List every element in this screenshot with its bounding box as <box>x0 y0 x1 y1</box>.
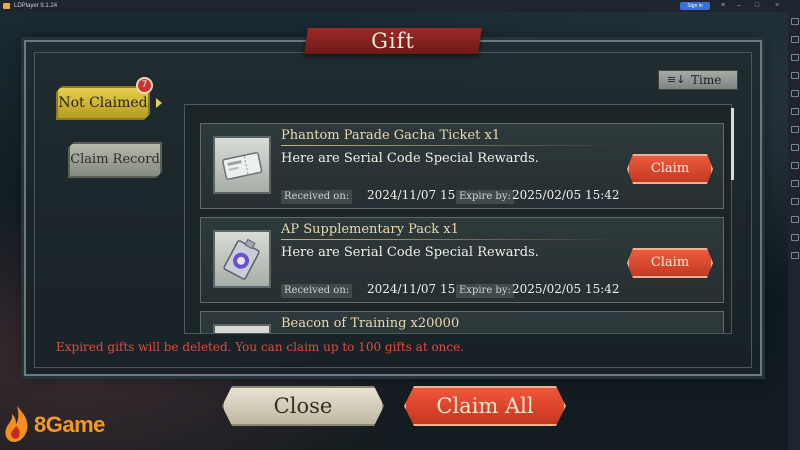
tab-not-claimed[interactable]: Not Claimed <box>56 86 150 120</box>
sort-descending-icon: ≡↓ <box>667 73 686 86</box>
title-divider <box>281 145 621 146</box>
gamepad-icon[interactable] <box>791 36 799 43</box>
record-icon[interactable] <box>791 72 799 79</box>
folder-icon[interactable] <box>791 180 799 187</box>
gift-title: AP Supplementary Pack x1 <box>281 222 459 237</box>
emulator-title-bar: LDPlayer 9.1.24 Sign in ≡ – □ × <box>0 0 800 12</box>
rotate-icon[interactable] <box>791 108 799 115</box>
received-label: Received on: <box>281 284 353 298</box>
expire-date: 2025/02/05 15:42 <box>512 188 620 202</box>
tab-claim-record[interactable]: Claim Record <box>68 142 162 178</box>
title-divider <box>281 239 621 240</box>
expired-gifts-note: Expired gifts will be deleted. You can c… <box>56 340 465 354</box>
expire-label: Expire by: <box>456 284 514 298</box>
expire-date: 2025/02/05 15:42 <box>512 282 620 296</box>
location-icon[interactable] <box>791 234 799 241</box>
beacon-icon <box>213 324 271 333</box>
expire-label: Expire by: <box>456 190 514 204</box>
received-label: Received on: <box>281 190 353 204</box>
app-logo-icon <box>3 3 10 9</box>
unclaimed-count-badge: 7 <box>136 77 153 94</box>
claim-button[interactable]: Claim <box>627 154 713 184</box>
claim-button[interactable]: Claim <box>627 248 713 278</box>
more-icon[interactable] <box>791 252 799 259</box>
ap-pack-icon <box>213 230 271 288</box>
title-divider <box>281 333 621 334</box>
gift-item: Phantom Parade Gacha Ticket x1 Here are … <box>200 123 724 209</box>
menu-icon[interactable]: ≡ <box>716 0 730 12</box>
dialog-title: Gift <box>371 29 415 53</box>
gift-list[interactable]: Phantom Parade Gacha Ticket x1 Here are … <box>184 104 732 334</box>
sign-in-button[interactable]: Sign in <box>680 2 710 10</box>
sort-label: Time <box>691 73 722 87</box>
close-button[interactable]: Close <box>222 386 384 426</box>
watermark-text: 8Game <box>34 412 105 437</box>
volume-icon[interactable] <box>791 90 799 97</box>
claim-all-button[interactable]: Claim All <box>404 386 566 426</box>
list-scrollbar[interactable] <box>731 108 734 180</box>
flame-icon <box>5 406 28 442</box>
watermark-logo: 8Game <box>2 404 120 444</box>
gift-item: Beacon of Training x20000 <box>200 311 724 334</box>
gift-description: Here are Serial Code Special Rewards. <box>281 245 539 260</box>
window-title: LDPlayer 9.1.24 <box>14 3 58 9</box>
gift-item: AP Supplementary Pack x1 Here are Serial… <box>200 217 724 303</box>
keyboard-icon[interactable] <box>791 18 799 25</box>
sort-by-time-button[interactable]: ≡↓ Time <box>658 70 738 90</box>
apk-icon[interactable] <box>791 162 799 169</box>
macro-icon[interactable] <box>791 216 799 223</box>
gift-title: Phantom Parade Gacha Ticket x1 <box>281 128 501 143</box>
emulator-sidebar <box>788 12 800 450</box>
sync-icon[interactable] <box>791 198 799 205</box>
screenshot-icon[interactable] <box>791 54 799 61</box>
shake-icon[interactable] <box>791 144 799 151</box>
ticket-icon <box>213 136 271 194</box>
minimize-icon[interactable]: – <box>732 0 746 12</box>
active-tab-arrow-icon <box>156 98 162 108</box>
close-window-icon[interactable]: × <box>770 0 784 12</box>
gift-title: Beacon of Training x20000 <box>281 316 460 331</box>
gift-description: Here are Serial Code Special Rewards. <box>281 151 539 166</box>
maximize-icon[interactable]: □ <box>750 0 764 12</box>
fullscreen-icon[interactable] <box>791 126 799 133</box>
